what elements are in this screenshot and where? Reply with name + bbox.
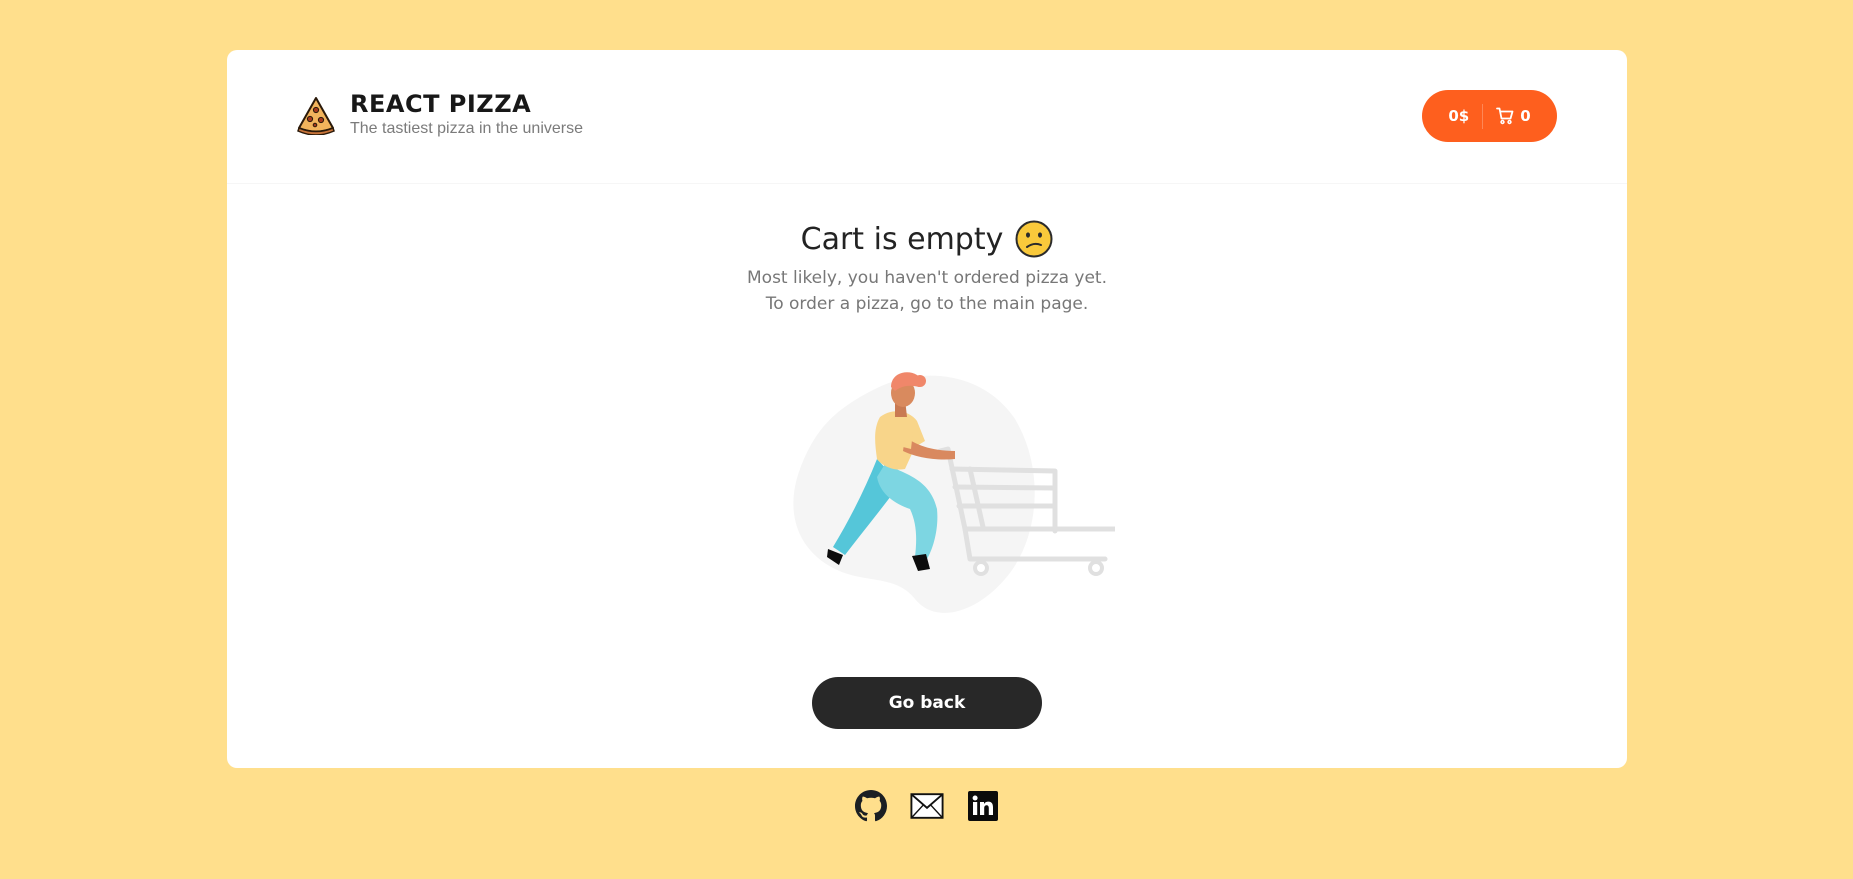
footer-github-link[interactable] — [854, 789, 888, 823]
logo-title: REACT PIZZA — [350, 90, 532, 118]
pizza-slice-icon — [297, 96, 335, 135]
cart-button[interactable]: 0$ 0 — [1422, 90, 1557, 142]
confused-face-emoji — [1015, 220, 1053, 258]
empty-cart-line-2: To order a pizza, go to the main page. — [765, 294, 1089, 314]
linkedin-icon — [967, 791, 998, 821]
github-icon — [854, 790, 887, 822]
header: REACT PIZZA The tastiest pizza in the un… — [227, 50, 1627, 184]
logo[interactable]: REACT PIZZA The tastiest pizza in the un… — [296, 91, 583, 138]
logo-subtitle: The tastiest pizza in the universe — [350, 120, 584, 138]
footer — [0, 789, 1853, 823]
go-back-button[interactable]: Go back — [812, 677, 1042, 729]
empty-cart-line-1: Most likely, you haven't ordered pizza y… — [747, 268, 1107, 288]
footer-mail-link[interactable] — [909, 789, 944, 823]
empty-cart-title: Cart is empty — [800, 221, 1004, 257]
cart-icon — [1496, 107, 1514, 125]
empty-cart-description: Most likely, you haven't ordered pizza y… — [227, 265, 1627, 317]
cart-count-group: 0 — [1483, 107, 1531, 125]
go-back-label: Go back — [888, 693, 966, 713]
person-pushing-cart-illustration — [793, 372, 1115, 613]
empty-cart-content: Cart is empty Most likely, you haven't o… — [227, 184, 1627, 768]
footer-linkedin-link[interactable] — [966, 789, 1000, 823]
logo-text: REACT PIZZA The tastiest pizza in the un… — [350, 91, 583, 138]
main-wrapper: REACT PIZZA The tastiest pizza in the un… — [227, 50, 1627, 768]
empty-cart-heading: Cart is empty — [227, 220, 1627, 258]
mail-icon — [909, 793, 944, 819]
cart-item-count: 0 — [1520, 107, 1531, 125]
cart-total-price: 0$ — [1448, 107, 1470, 125]
